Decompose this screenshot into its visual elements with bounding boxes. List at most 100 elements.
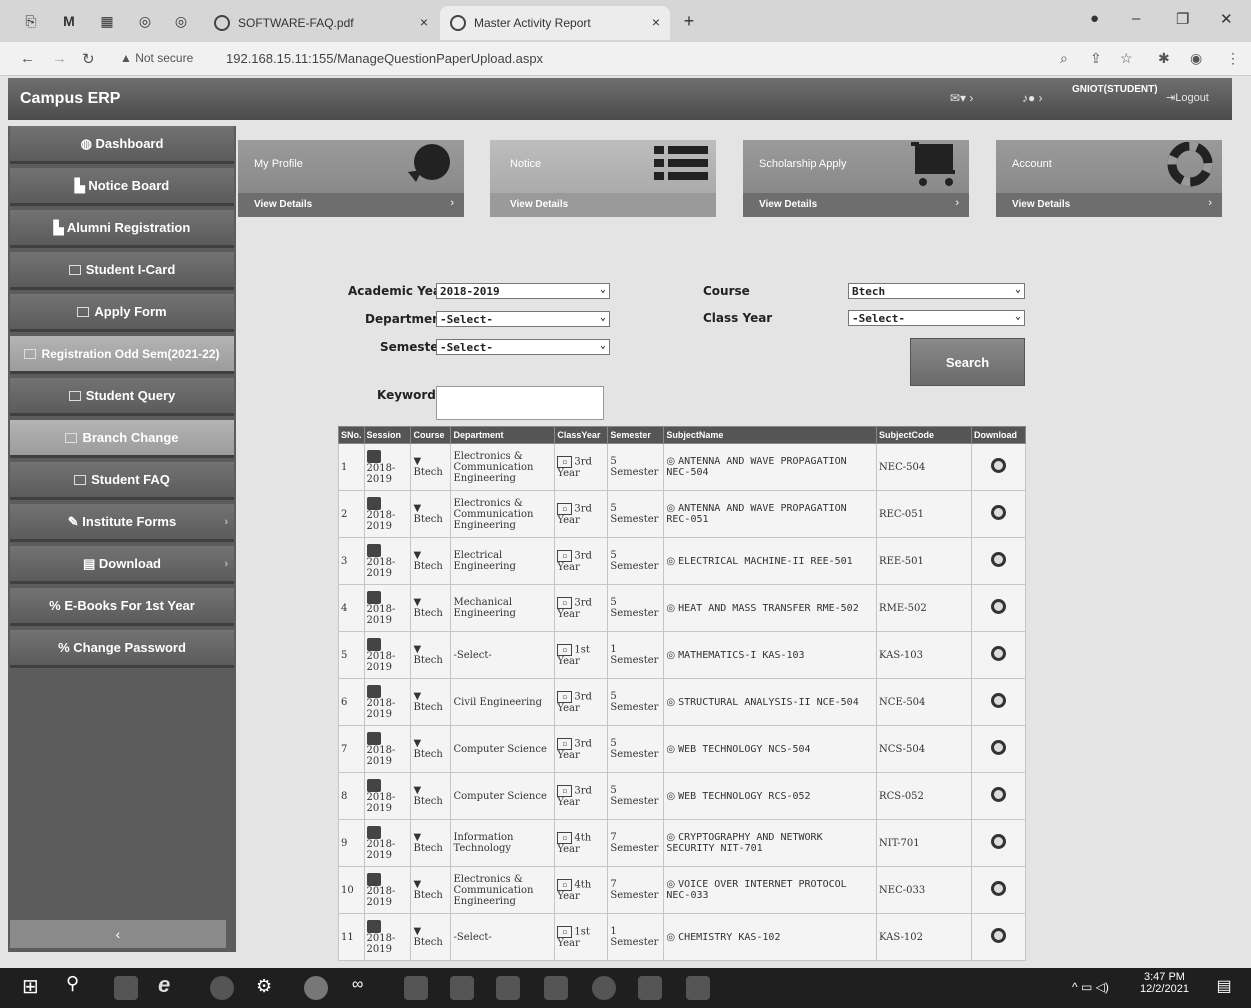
column-header[interactable]: SubjectCode <box>876 426 972 444</box>
column-header[interactable]: Download <box>970 426 1027 444</box>
share-icon[interactable]: ⇪ <box>1090 50 1102 67</box>
settings-icon[interactable]: ⚙ <box>256 976 280 1000</box>
bookmark-app-icon[interactable]: ▦ <box>98 12 116 30</box>
logout-link[interactable]: ⇥Logout <box>1166 91 1209 104</box>
sidebar-item-institute-forms[interactable]: ✎ Institute Forms › <box>10 504 234 542</box>
column-header[interactable]: Session <box>363 426 412 444</box>
card-footer[interactable]: View Details <box>490 193 716 217</box>
user-name[interactable]: GNIOT(STUDENT) <box>1072 84 1158 95</box>
sidebar-collapse-button[interactable]: ‹ <box>10 920 226 948</box>
sidebar-item-dashboard[interactable]: ◍ Dashboard <box>10 126 234 164</box>
reload-icon[interactable]: ↻ <box>82 50 95 68</box>
download-icon[interactable] <box>990 881 1006 896</box>
course-select[interactable]: Btech ⌄ <box>848 283 1025 299</box>
search-button[interactable]: Search <box>910 338 1025 386</box>
column-header[interactable]: Department <box>450 426 556 444</box>
sidebar-item-student-icard[interactable]: Student I-Card <box>10 252 234 290</box>
new-tab-button[interactable]: + <box>680 12 698 30</box>
pdf-reader-icon[interactable] <box>686 976 710 1000</box>
download-icon[interactable] <box>990 740 1006 755</box>
card-scholarship-apply[interactable]: Scholarship Apply View Details › <box>743 140 969 217</box>
app-icon[interactable] <box>210 976 234 1000</box>
card-account[interactable]: Account View Details › <box>996 140 1222 217</box>
sidebar-item-registration-odd-sem[interactable]: Registration Odd Sem(2021-22) <box>10 336 234 374</box>
menu-icon[interactable]: ⋮ <box>1226 50 1240 67</box>
card-footer[interactable]: View Details › <box>743 193 969 217</box>
excel-icon[interactable] <box>496 976 520 1000</box>
brand-title[interactable]: Campus ERP <box>20 90 120 108</box>
keywords-input[interactable] <box>436 386 604 420</box>
view-details-link[interactable]: View Details <box>254 199 312 210</box>
academic-year-select[interactable]: 2018-2019 ⌄ <box>436 283 610 299</box>
zoom-icon[interactable]: ⌕ <box>1060 50 1068 67</box>
tab-master-activity-report[interactable]: Master Activity Report × <box>440 6 670 40</box>
tab-search-icon[interactable]: ⎘ <box>22 12 40 30</box>
back-icon[interactable]: ← <box>20 50 35 67</box>
class-year-select[interactable]: -Select- ⌄ <box>848 310 1025 326</box>
card-footer[interactable]: View Details › <box>238 193 464 217</box>
not-secure-indicator[interactable]: ▲ Not secure <box>120 51 193 65</box>
sidebar-item-apply-form[interactable]: Apply Form <box>10 294 234 332</box>
url-field[interactable]: 192.168.15.11:155/ManageQuestionPaperUpl… <box>226 51 543 66</box>
pinned-tab-icon[interactable]: ◎ <box>172 12 190 30</box>
download-icon[interactable] <box>990 458 1006 473</box>
sidebar-item-download[interactable]: ▤ Download › <box>10 546 234 584</box>
view-details-link[interactable]: View Details <box>759 199 817 210</box>
bell-icon[interactable]: ♪● › <box>1022 91 1043 105</box>
card-my-profile[interactable]: My Profile View Details › <box>238 140 464 217</box>
column-header[interactable]: Course <box>410 426 452 444</box>
sidebar-item-branch-change[interactable]: Branch Change <box>10 420 234 458</box>
close-tab-icon[interactable]: × <box>420 14 428 30</box>
gmail-icon[interactable]: M <box>60 12 78 30</box>
column-header[interactable]: SubjectName <box>663 426 878 444</box>
column-header[interactable]: SNo. <box>338 426 365 444</box>
close-tab-icon[interactable]: × <box>652 14 660 30</box>
sidebar-item-student-query[interactable]: Student Query <box>10 378 234 416</box>
clock[interactable]: 3:47 PM 12/2/2021 <box>1140 971 1189 995</box>
restore-icon[interactable]: ❐ <box>1176 10 1189 28</box>
download-icon[interactable] <box>990 552 1006 567</box>
download-icon[interactable] <box>990 646 1006 661</box>
sidebar-item-alumni-registration[interactable]: ▙ Alumni Registration <box>10 210 234 248</box>
forward-icon[interactable]: → <box>52 50 67 67</box>
sidebar-item-ebooks[interactable]: % E-Books For 1st Year <box>10 588 234 626</box>
app-icon[interactable] <box>544 976 568 1000</box>
sidebar-item-notice-board[interactable]: ▙ Notice Board <box>10 168 234 206</box>
pinned-tab-icon[interactable]: ◎ <box>136 12 154 30</box>
app-icon[interactable] <box>638 976 662 1000</box>
semester-select[interactable]: -Select- ⌄ <box>436 339 610 355</box>
download-icon[interactable] <box>990 505 1006 520</box>
search-icon[interactable]: ⚲ <box>66 973 90 997</box>
sidebar-item-change-password[interactable]: % Change Password <box>10 630 234 668</box>
close-window-icon[interactable]: ✕ <box>1220 10 1233 28</box>
app-icon[interactable] <box>592 976 616 1000</box>
minimize-icon[interactable]: – <box>1132 10 1140 27</box>
view-details-link[interactable]: View Details <box>1012 199 1070 210</box>
star-icon[interactable]: ☆ <box>1120 50 1133 67</box>
download-icon[interactable] <box>990 834 1006 849</box>
extensions-icon[interactable]: ✱ <box>1158 50 1170 67</box>
card-notice[interactable]: Notice View Details <box>490 140 716 217</box>
download-icon[interactable] <box>990 599 1006 614</box>
view-details-link[interactable]: View Details <box>510 199 568 210</box>
sidebar-item-student-faq[interactable]: Student FAQ <box>10 462 234 500</box>
edge-icon[interactable]: e <box>158 972 182 997</box>
word-icon[interactable] <box>450 976 474 1000</box>
link-app-icon[interactable]: ∞ <box>352 976 376 1000</box>
mail-icon[interactable]: ✉▾ › <box>950 91 973 105</box>
department-select[interactable]: -Select- ⌄ <box>436 311 610 327</box>
profile-dot-icon[interactable]: ● <box>1090 10 1099 27</box>
tab-software-faq[interactable]: SOFTWARE-FAQ.pdf × <box>204 6 438 40</box>
download-icon[interactable] <box>990 693 1006 708</box>
app-icon[interactable] <box>404 976 428 1000</box>
download-icon[interactable] <box>990 928 1006 943</box>
windows-start-icon[interactable]: ⊞ <box>22 974 46 998</box>
notification-icon[interactable]: ▤ <box>1212 976 1236 1000</box>
download-icon[interactable] <box>990 787 1006 802</box>
column-header[interactable]: Semester <box>607 426 665 444</box>
chrome-icon[interactable] <box>304 976 328 1000</box>
system-tray[interactable]: ^ ▭ ◁) <box>1072 980 1109 994</box>
card-footer[interactable]: View Details › <box>996 193 1222 217</box>
profile-avatar[interactable]: ◉ <box>1190 50 1202 67</box>
column-header[interactable]: ClassYear <box>554 426 609 444</box>
